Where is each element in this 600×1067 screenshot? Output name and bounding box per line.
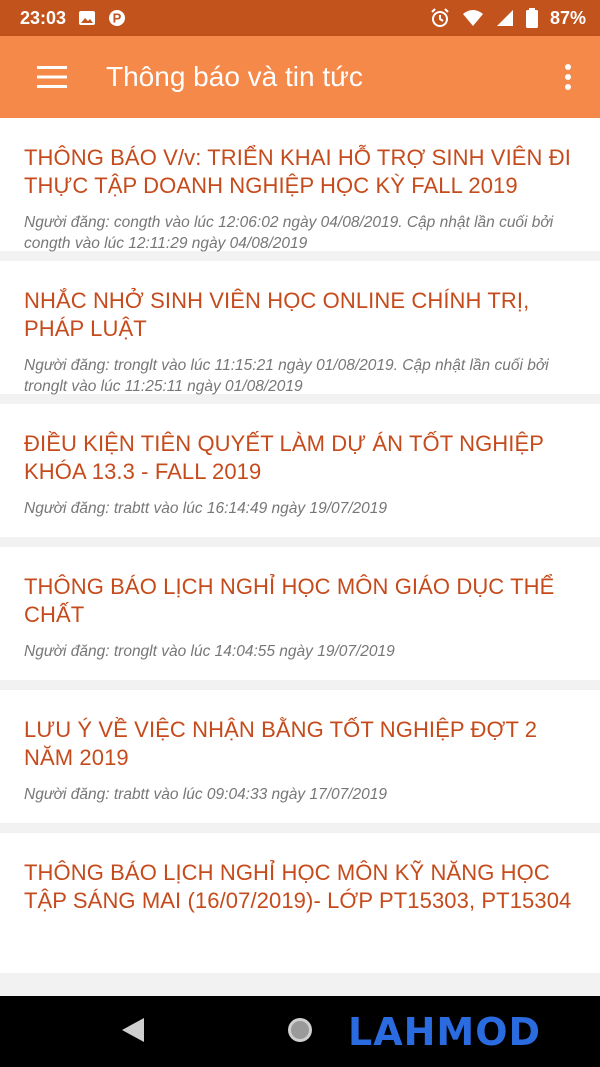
notice-meta: Người đăng: tronglt vào lúc 14:04:55 ngà… bbox=[24, 643, 395, 660]
notice-meta: Người đăng: trabtt vào lúc 09:04:33 ngày… bbox=[24, 786, 388, 803]
notice-item[interactable]: LƯU Ý VỀ VIỆC NHẬN BẰNG TỐT NGHIỆP ĐỢT 2… bbox=[0, 690, 600, 823]
p-app-notification-icon: P bbox=[109, 10, 126, 26]
notice-item[interactable]: NHẮC NHỞ SINH VIÊN HỌC ONLINE CHÍNH TRỊ,… bbox=[0, 261, 600, 395]
wifi-icon bbox=[462, 10, 483, 26]
hamburger-menu-icon bbox=[37, 66, 67, 88]
notice-item[interactable]: THÔNG BÁO LỊCH NGHỈ HỌC MÔN KỸ NĂNG HỌC … bbox=[0, 833, 600, 973]
back-icon[interactable] bbox=[120, 1016, 146, 1044]
watermark-text: LAHMOD bbox=[348, 1010, 542, 1054]
page-title: Thông báo và tin tức bbox=[106, 61, 363, 92]
status-time: 23:03 bbox=[20, 7, 67, 28]
notice-item[interactable]: ĐIỀU KIỆN TIÊN QUYẾT LÀM DỰ ÁN TỐT NGHIỆ… bbox=[0, 404, 600, 537]
notice-title: THÔNG BÁO LỊCH NGHỈ HỌC MÔN KỸ NĂNG HỌC … bbox=[24, 860, 572, 913]
image-notification-icon bbox=[79, 11, 96, 25]
notice-item[interactable]: THÔNG BÁO V/v: TRIỂN KHAI HỖ TRỢ SINH VI… bbox=[0, 118, 600, 252]
more-vert-icon bbox=[565, 64, 571, 90]
more-options-button[interactable] bbox=[544, 47, 592, 107]
notice-title: THÔNG BÁO LỊCH NGHỈ HỌC MÔN GIÁO DỤC THỂ… bbox=[24, 574, 555, 627]
system-nav-bar: LAHMOD bbox=[0, 996, 600, 1067]
svg-text:P: P bbox=[113, 11, 122, 26]
notice-meta: Người đăng: congth vào lúc 12:06:02 ngày… bbox=[24, 214, 554, 252]
battery-level: 87% bbox=[549, 7, 586, 28]
notice-meta: Người đăng: trabtt vào lúc 16:14:49 ngày… bbox=[24, 500, 388, 517]
notice-title: LƯU Ý VỀ VIỆC NHẬN BẰNG TỐT NGHIỆP ĐỢT 2… bbox=[24, 717, 538, 770]
watermark-logo: LAHMOD bbox=[348, 1010, 541, 1054]
battery-icon bbox=[525, 8, 538, 28]
notice-item[interactable]: THÔNG BÁO LỊCH NGHỈ HỌC MÔN GIÁO DỤC THỂ… bbox=[0, 547, 600, 680]
menu-button[interactable] bbox=[22, 47, 82, 107]
notice-title: ĐIỀU KIỆN TIÊN QUYẾT LÀM DỰ ÁN TỐT NGHIỆ… bbox=[24, 431, 544, 484]
notice-title: NHẮC NHỞ SINH VIÊN HỌC ONLINE CHÍNH TRỊ,… bbox=[24, 288, 530, 341]
notice-meta: Người đăng: tronglt vào lúc 11:15:21 ngà… bbox=[24, 357, 549, 395]
notice-title: THÔNG BÁO V/v: TRIỂN KHAI HỖ TRỢ SINH VI… bbox=[24, 145, 571, 198]
alarm-icon bbox=[431, 8, 449, 27]
home-icon[interactable] bbox=[286, 1016, 314, 1044]
status-bar: 23:03 P 87% bbox=[0, 0, 600, 36]
cell-signal-icon bbox=[496, 10, 513, 26]
notice-list[interactable]: THÔNG BÁO V/v: TRIỂN KHAI HỖ TRỢ SINH VI… bbox=[0, 118, 600, 996]
app-bar: Thông báo và tin tức bbox=[0, 36, 600, 118]
